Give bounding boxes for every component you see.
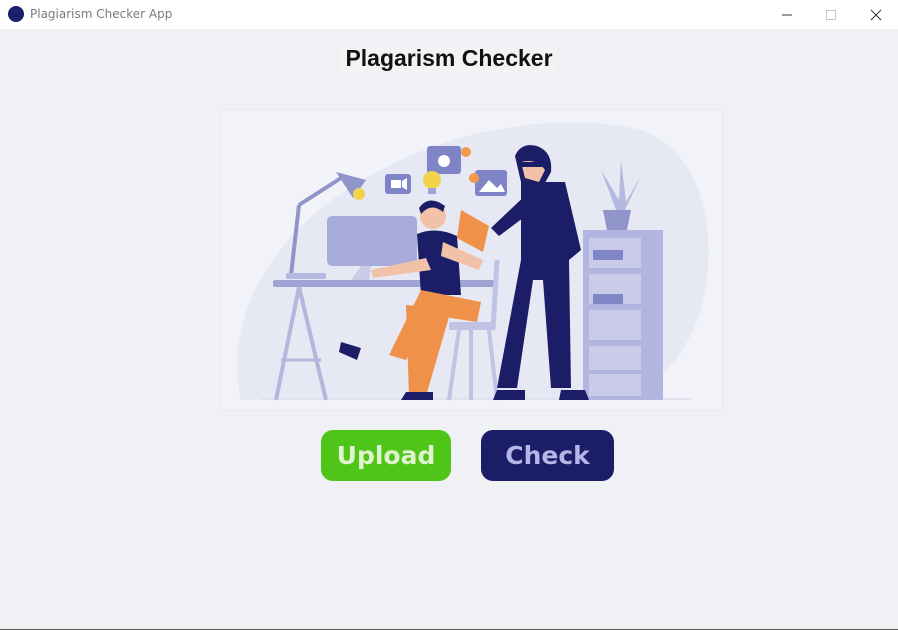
plagiarism-illustration — [220, 109, 723, 411]
illustration-graphic — [237, 122, 709, 401]
maximize-button[interactable] — [809, 0, 853, 29]
upload-button[interactable]: Upload — [321, 430, 451, 481]
window-title: Plagiarism Checker App — [30, 7, 173, 21]
maximize-icon — [826, 9, 836, 20]
minimize-icon — [782, 14, 792, 15]
page-title: Plagarism Checker — [341, 43, 557, 74]
title-bar: Plagiarism Checker App — [0, 0, 898, 29]
video-icon — [385, 174, 411, 194]
minimize-button[interactable] — [765, 0, 809, 29]
app-icon — [8, 6, 24, 22]
close-button[interactable] — [854, 0, 898, 29]
page-title-wrapper: Plagarism Checker — [0, 43, 898, 74]
close-icon — [870, 9, 882, 20]
filing-cabinet — [583, 230, 663, 400]
check-button[interactable]: Check — [481, 430, 614, 481]
